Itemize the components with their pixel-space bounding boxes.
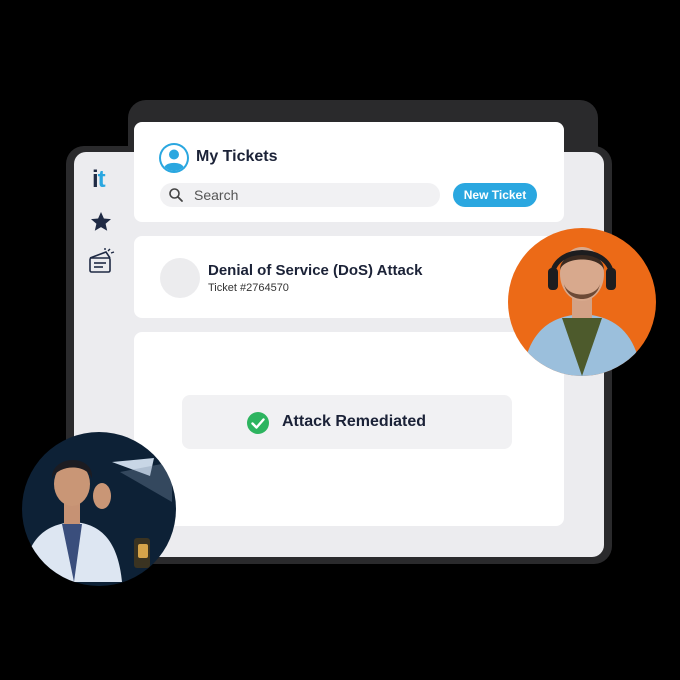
- status-text: Attack Remediated: [282, 413, 427, 430]
- star-icon[interactable]: [89, 210, 113, 234]
- user-avatar-icon[interactable]: [158, 142, 190, 174]
- search-placeholder: Search: [194, 187, 239, 203]
- search-icon: [169, 188, 183, 202]
- logo-letter-t: t: [97, 166, 106, 193]
- security-analyst-photo: [22, 432, 176, 586]
- check-circle-icon: [247, 412, 269, 434]
- new-ticket-button[interactable]: New Ticket: [453, 183, 537, 207]
- ticket-icon[interactable]: [86, 248, 116, 276]
- support-agent-illustration: [522, 247, 642, 376]
- support-agent-photo: [508, 228, 656, 376]
- search-input[interactable]: Search: [160, 183, 440, 207]
- security-analyst-illustration: [22, 458, 172, 582]
- ticket-avatar: [160, 258, 200, 298]
- ticket-title[interactable]: Denial of Service (DoS) Attack: [208, 262, 423, 279]
- app-logo[interactable]: it: [92, 166, 106, 194]
- header-card: [134, 122, 564, 222]
- page-title: My Tickets: [196, 148, 278, 165]
- status-banner: Attack Remediated: [182, 395, 512, 449]
- ticket-number: Ticket #2764570: [208, 282, 289, 294]
